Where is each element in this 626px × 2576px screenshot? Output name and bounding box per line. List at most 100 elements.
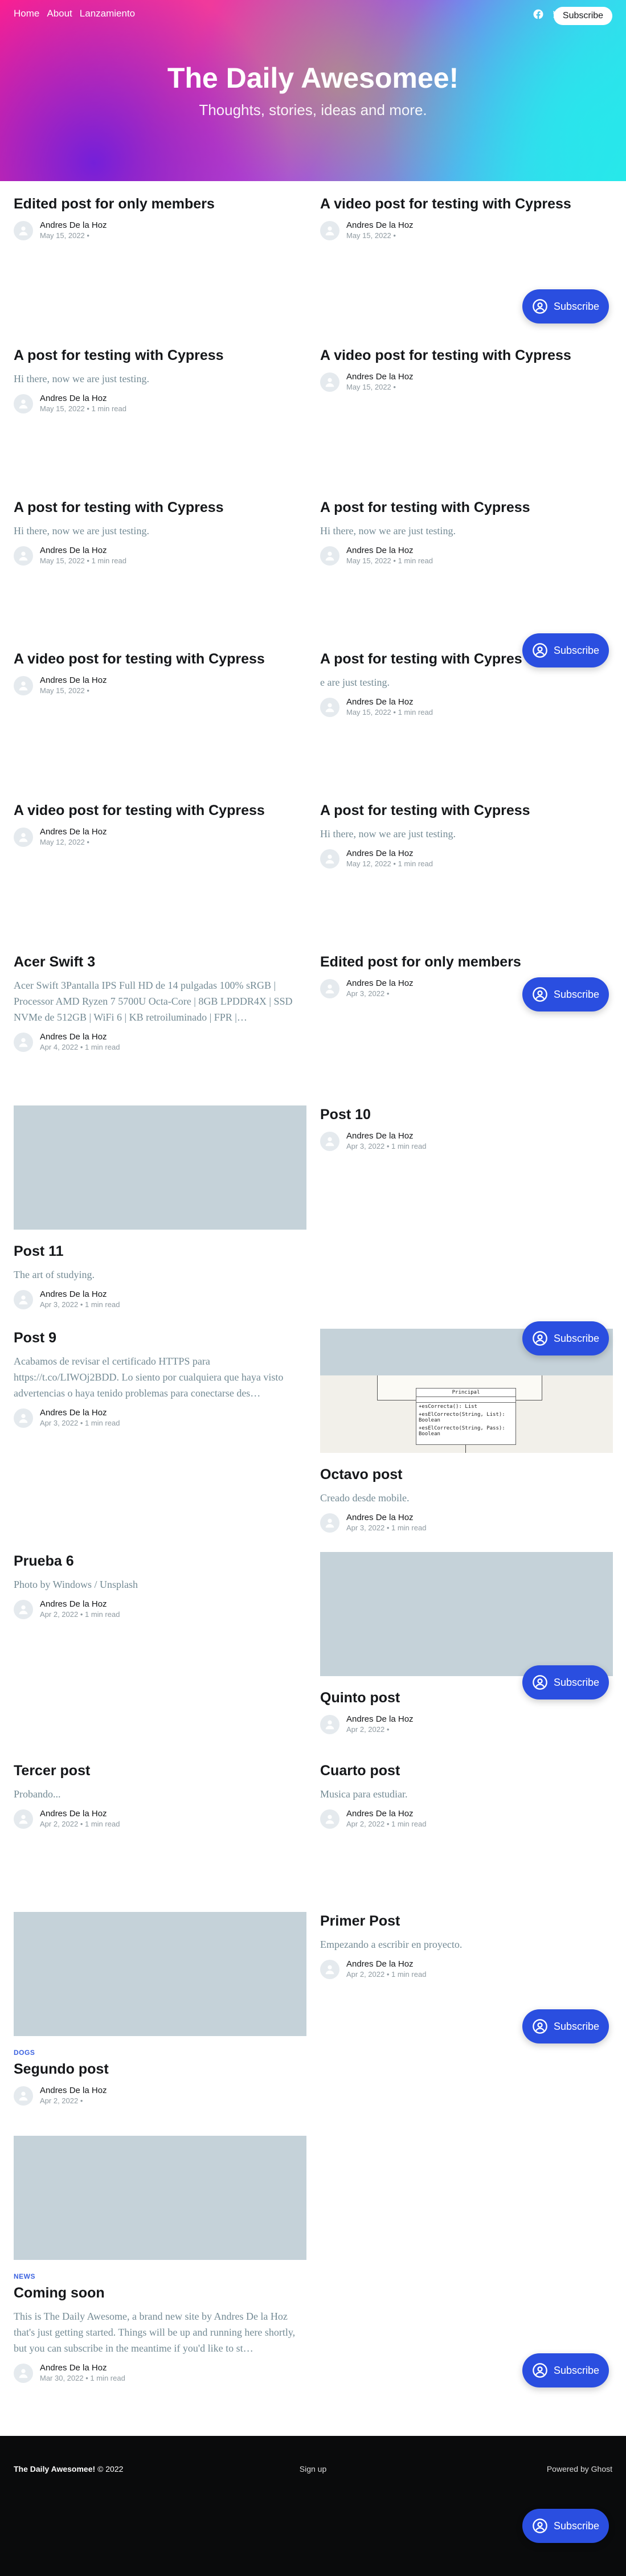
post-title[interactable]: Edited post for only members	[14, 195, 306, 214]
post-title[interactable]: Acer Swift 3	[14, 953, 306, 972]
post-title[interactable]: Coming soon	[14, 2284, 306, 2303]
post-title[interactable]: A post for testing with Cypress	[14, 346, 306, 365]
floating-subscribe-button[interactable]: Subscribe	[522, 2509, 609, 2543]
post-card[interactable]: A video post for testing with Cypress An…	[14, 650, 306, 696]
post-image[interactable]	[14, 1105, 306, 1230]
avatar[interactable]	[14, 221, 33, 240]
post-title[interactable]: Segundo post	[14, 2060, 306, 2079]
post-author[interactable]: Andres De la Hoz	[40, 675, 107, 686]
post-author[interactable]: Andres De la Hoz	[40, 2086, 107, 2096]
post-title[interactable]: Primer Post	[320, 1912, 613, 1931]
post-author[interactable]: Andres De la Hoz	[40, 1032, 120, 1042]
nav-item-home[interactable]: Home	[14, 8, 39, 19]
post-title[interactable]: A post for testing with Cypress	[320, 498, 613, 517]
floating-subscribe-button[interactable]: Subscribe	[522, 2009, 609, 2043]
post-author[interactable]: Andres De la Hoz	[40, 546, 126, 556]
post-card[interactable]: Post 9 Acabamos de revisar el certificad…	[14, 1329, 306, 1428]
post-card[interactable]: Principal +esCorrecta(): List +esElCorre…	[320, 1329, 613, 1533]
post-title[interactable]: A video post for testing with Cypress	[320, 195, 613, 214]
post-author[interactable]: Andres De la Hoz	[346, 978, 414, 989]
post-title[interactable]: Tercer post	[14, 1762, 306, 1780]
nav-item-lanzamiento[interactable]: Lanzamiento	[80, 8, 135, 19]
post-title[interactable]: Post 10	[320, 1105, 613, 1124]
avatar[interactable]	[14, 1600, 33, 1619]
avatar[interactable]	[14, 546, 33, 566]
avatar[interactable]	[14, 1033, 33, 1052]
floating-subscribe-button[interactable]: Subscribe	[522, 977, 609, 1011]
avatar[interactable]	[14, 1408, 33, 1428]
post-author[interactable]: Andres De la Hoz	[40, 1599, 120, 1610]
post-title[interactable]: A video post for testing with Cypress	[320, 346, 613, 365]
avatar[interactable]	[14, 2086, 33, 2106]
post-title[interactable]: Prueba 6	[14, 1552, 306, 1571]
avatar[interactable]	[320, 1132, 339, 1151]
post-author[interactable]: Andres De la Hoz	[346, 1809, 426, 1819]
post-author[interactable]: Andres De la Hoz	[346, 372, 414, 382]
post-author[interactable]: Andres De la Hoz	[346, 546, 433, 556]
post-card[interactable]: Edited post for only members Andres De l…	[14, 195, 306, 241]
post-card[interactable]: DOGS Segundo post Andres De la Hoz Apr 2,…	[14, 1912, 306, 2106]
post-author[interactable]: Andres De la Hoz	[40, 394, 126, 404]
floating-subscribe-button[interactable]: Subscribe	[522, 1321, 609, 1355]
post-title[interactable]: Edited post for only members	[320, 953, 613, 972]
post-author[interactable]: Andres De la Hoz	[40, 827, 107, 837]
footer-powered-by[interactable]: Powered by Ghost	[547, 2464, 612, 2473]
post-title[interactable]: Post 9	[14, 1329, 306, 1348]
post-image[interactable]	[320, 1552, 613, 1676]
avatar[interactable]	[320, 546, 339, 566]
post-card[interactable]: Tercer post Probando... Andres De la Hoz…	[14, 1762, 306, 1829]
post-card[interactable]: Prueba 6 Photo by Windows / Unsplash And…	[14, 1552, 306, 1620]
avatar[interactable]	[320, 1809, 339, 1829]
post-title[interactable]: Post 11	[14, 1242, 306, 1261]
post-card[interactable]: Post 11 The art of studying. Andres De l…	[14, 1105, 306, 1310]
post-card[interactable]: Primer Post Empezando a escribir en proy…	[320, 1912, 613, 1980]
post-title[interactable]: Cuarto post	[320, 1762, 613, 1780]
avatar[interactable]	[320, 1715, 339, 1734]
post-author[interactable]: Andres De la Hoz	[346, 1513, 426, 1523]
post-card[interactable]: NEWS Coming soon This is The Daily Aweso…	[14, 2136, 306, 2383]
post-author[interactable]: Andres De la Hoz	[346, 849, 433, 859]
avatar[interactable]	[320, 1513, 339, 1533]
header-subscribe-button[interactable]: Subscribe	[554, 7, 612, 25]
avatar[interactable]	[14, 394, 33, 413]
post-title[interactable]: A post for testing with Cypress	[14, 498, 306, 517]
post-image[interactable]	[14, 1912, 306, 2036]
floating-subscribe-button[interactable]: Subscribe	[522, 289, 609, 323]
post-title[interactable]: Octavo post	[320, 1465, 613, 1484]
post-card[interactable]: A video post for testing with Cypress An…	[14, 801, 306, 847]
post-card[interactable]: A post for testing with Cypress Hi there…	[14, 498, 306, 566]
post-card[interactable]: A video post for testing with Cypress An…	[320, 346, 613, 392]
avatar[interactable]	[320, 698, 339, 717]
post-card[interactable]: A post for testing with Cypress Hi there…	[320, 801, 613, 869]
post-author[interactable]: Andres De la Hoz	[40, 1289, 120, 1300]
avatar[interactable]	[14, 2364, 33, 2383]
post-tag[interactable]: DOGS	[14, 2049, 306, 2057]
post-card[interactable]: Post 10 Andres De la Hoz Apr 3, 2022 • 1 …	[320, 1105, 613, 1152]
post-author[interactable]: Andres De la Hoz	[40, 2363, 125, 2373]
post-title[interactable]: A video post for testing with Cypress	[14, 801, 306, 820]
post-title[interactable]: A video post for testing with Cypress	[14, 650, 306, 669]
post-card[interactable]: A video post for testing with Cypress An…	[320, 195, 613, 241]
post-author[interactable]: Andres De la Hoz	[346, 1714, 414, 1725]
post-author[interactable]: Andres De la Hoz	[346, 1131, 426, 1141]
post-author[interactable]: Andres De la Hoz	[346, 220, 414, 231]
avatar[interactable]	[320, 221, 339, 240]
post-author[interactable]: Andres De la Hoz	[40, 220, 107, 231]
footer-signup-link[interactable]: Sign up	[0, 2464, 626, 2473]
floating-subscribe-button[interactable]: Subscribe	[522, 1665, 609, 1699]
post-author[interactable]: Andres De la Hoz	[346, 1959, 426, 1969]
post-author[interactable]: Andres De la Hoz	[40, 1809, 120, 1819]
floating-subscribe-button[interactable]: Subscribe	[522, 633, 609, 667]
post-author[interactable]: Andres De la Hoz	[346, 697, 433, 707]
post-card[interactable]: Cuarto post Musica para estudiar. Andres…	[320, 1762, 613, 1829]
avatar[interactable]	[14, 676, 33, 695]
avatar[interactable]	[320, 979, 339, 998]
floating-subscribe-button[interactable]: Subscribe	[522, 2353, 609, 2387]
avatar[interactable]	[320, 372, 339, 392]
post-card[interactable]: A post for testing with Cypress Hi there…	[14, 346, 306, 414]
avatar[interactable]	[14, 1809, 33, 1829]
post-tag[interactable]: NEWS	[14, 2272, 306, 2280]
post-card[interactable]: Quinto post Andres De la Hoz Apr 2, 2022 …	[320, 1552, 613, 1735]
post-title[interactable]: A post for testing with Cypress	[320, 801, 613, 820]
post-card[interactable]: A post for testing with Cypress Hi there…	[320, 498, 613, 566]
